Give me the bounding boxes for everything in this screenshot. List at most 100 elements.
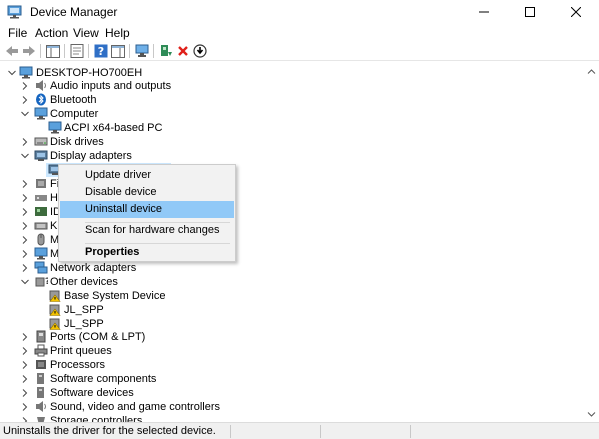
console-tree-icon [46, 44, 60, 58]
menu-update-driver[interactable]: Update driver [60, 167, 234, 184]
tree-node-other-devices[interactable]: ? Other devices [0, 275, 300, 289]
menu-properties[interactable]: Properties [60, 244, 234, 261]
collapse-chevron-icon[interactable] [21, 278, 29, 286]
tree-node-software-devices[interactable]: Software devices [0, 386, 300, 400]
menu-action[interactable]: Action [35, 26, 68, 40]
storage-icon [34, 414, 48, 422]
expand-chevron-icon[interactable] [21, 264, 29, 272]
forward-button[interactable] [21, 43, 37, 59]
expand-chevron-icon[interactable] [21, 347, 29, 355]
tree-node-label: Processors [50, 359, 106, 371]
expand-chevron-icon[interactable] [21, 250, 29, 258]
menu-file[interactable]: File [8, 26, 27, 40]
tree-node-label: Base System Device [64, 290, 166, 302]
collapse-chevron-icon[interactable] [21, 152, 29, 160]
toolbar: ? [0, 42, 599, 61]
svg-text:?: ? [98, 45, 104, 58]
tree-node-jl-spp[interactable]: JL_SPP [0, 303, 300, 317]
port-icon [34, 330, 48, 343]
close-button[interactable] [553, 0, 599, 24]
tree-node-sound-video-game[interactable]: Sound, video and game controllers [0, 400, 300, 414]
sound-icon [34, 400, 48, 413]
tree-node-label: Sound, video and game controllers [50, 401, 220, 413]
ide-icon [34, 205, 48, 218]
menu-disable-device[interactable]: Disable device [60, 184, 234, 201]
expand-chevron-icon[interactable] [21, 236, 29, 244]
tree-node-disk-drives[interactable]: Disk drives [0, 135, 300, 149]
tree-node-display-adapters[interactable]: Display adapters [0, 149, 300, 163]
tree-node-audio[interactable]: Audio inputs and outputs [0, 79, 300, 93]
tree-node-print-queues[interactable]: Print queues [0, 344, 300, 358]
expand-chevron-icon[interactable] [21, 361, 29, 369]
update-driver-button[interactable] [158, 43, 174, 59]
tree-node-storage-controllers[interactable]: Storage controllers [0, 414, 300, 422]
expand-chevron-icon[interactable] [21, 138, 29, 146]
other-devices-icon: ? [34, 275, 50, 288]
printer-icon [34, 344, 48, 357]
expand-chevron-icon[interactable] [21, 208, 29, 216]
expand-chevron-icon[interactable] [21, 403, 29, 411]
tree-node-network-adapters[interactable]: Network adapters [0, 261, 300, 275]
action-pane-button[interactable] [110, 43, 126, 59]
expand-chevron-icon[interactable] [21, 96, 29, 104]
window-title: Device Manager [30, 5, 118, 19]
expand-chevron-icon[interactable] [21, 222, 29, 230]
tree-root[interactable]: DESKTOP-HO700EH [0, 66, 300, 80]
status-panel [410, 425, 599, 438]
tree-node-label: Software components [50, 373, 157, 385]
expand-chevron-icon[interactable] [21, 389, 29, 397]
menu-scan-hardware-changes[interactable]: Scan for hardware changes [60, 222, 234, 239]
collapse-chevron-icon[interactable] [8, 69, 16, 77]
expand-chevron-icon[interactable] [21, 375, 29, 383]
show-hide-tree-button[interactable] [45, 43, 61, 59]
tree-node-ports[interactable]: Ports (COM & LPT) [0, 330, 300, 344]
minimize-button[interactable] [461, 0, 507, 24]
tree-node-label: Bluetooth [50, 94, 97, 106]
close-icon [571, 7, 581, 17]
tree-node-bluetooth[interactable]: Bluetooth [0, 93, 300, 107]
action-pane-icon [111, 44, 125, 58]
tree-node-software-components[interactable]: Software components [0, 372, 300, 386]
tree-node-computer[interactable]: Computer [0, 107, 300, 121]
expand-chevron-icon[interactable] [21, 82, 29, 90]
uninstall-device-toolbar-button[interactable] [175, 43, 191, 59]
expand-chevron-icon[interactable] [21, 180, 29, 188]
enable-device-button[interactable] [192, 43, 208, 59]
menu-help[interactable]: Help [105, 26, 130, 40]
toolbar-separator [40, 44, 41, 58]
tree-node-jl-spp[interactable]: JL_SPP [0, 317, 300, 331]
computer-icon [34, 107, 48, 120]
properties-icon [70, 44, 84, 58]
disk-drive-icon [34, 135, 48, 148]
tree-node-label: H [50, 192, 58, 204]
help-toolbar-button[interactable]: ? [93, 43, 109, 59]
vertical-scrollbar[interactable] [584, 62, 599, 422]
scroll-up-icon[interactable] [587, 65, 596, 74]
tree-node-acpi[interactable]: ACPI x64-based PC [0, 121, 300, 135]
menu-uninstall-device[interactable]: Uninstall device [60, 201, 234, 218]
processor-icon [34, 358, 48, 371]
mouse-icon [34, 233, 48, 246]
properties-toolbar-button[interactable] [69, 43, 85, 59]
expand-chevron-icon[interactable] [21, 333, 29, 341]
tree-node-label: Other devices [50, 276, 118, 288]
back-button[interactable] [4, 43, 20, 59]
help-icon: ? [94, 44, 108, 58]
scroll-down-icon[interactable] [587, 408, 596, 417]
scan-hardware-button[interactable] [134, 43, 150, 59]
tree-node-processors[interactable]: Processors [0, 358, 300, 372]
tree-node-base-system-device[interactable]: Base System Device [0, 289, 300, 303]
collapse-chevron-icon[interactable] [21, 110, 29, 118]
keyboard-icon [34, 219, 48, 232]
context-menu: Update driver Disable device Uninstall d… [58, 164, 236, 262]
monitor-icon [48, 121, 62, 134]
menu-view[interactable]: View [73, 26, 99, 40]
toolbar-separator [88, 44, 89, 58]
red-x-icon [178, 46, 188, 56]
maximize-button[interactable] [507, 0, 553, 24]
speaker-icon [34, 79, 48, 92]
tree-node-label: Audio inputs and outputs [50, 80, 172, 92]
status-text: Uninstalls the driver for the selected d… [3, 425, 216, 437]
expand-chevron-icon[interactable] [21, 194, 29, 202]
warning-device-icon [48, 317, 62, 330]
